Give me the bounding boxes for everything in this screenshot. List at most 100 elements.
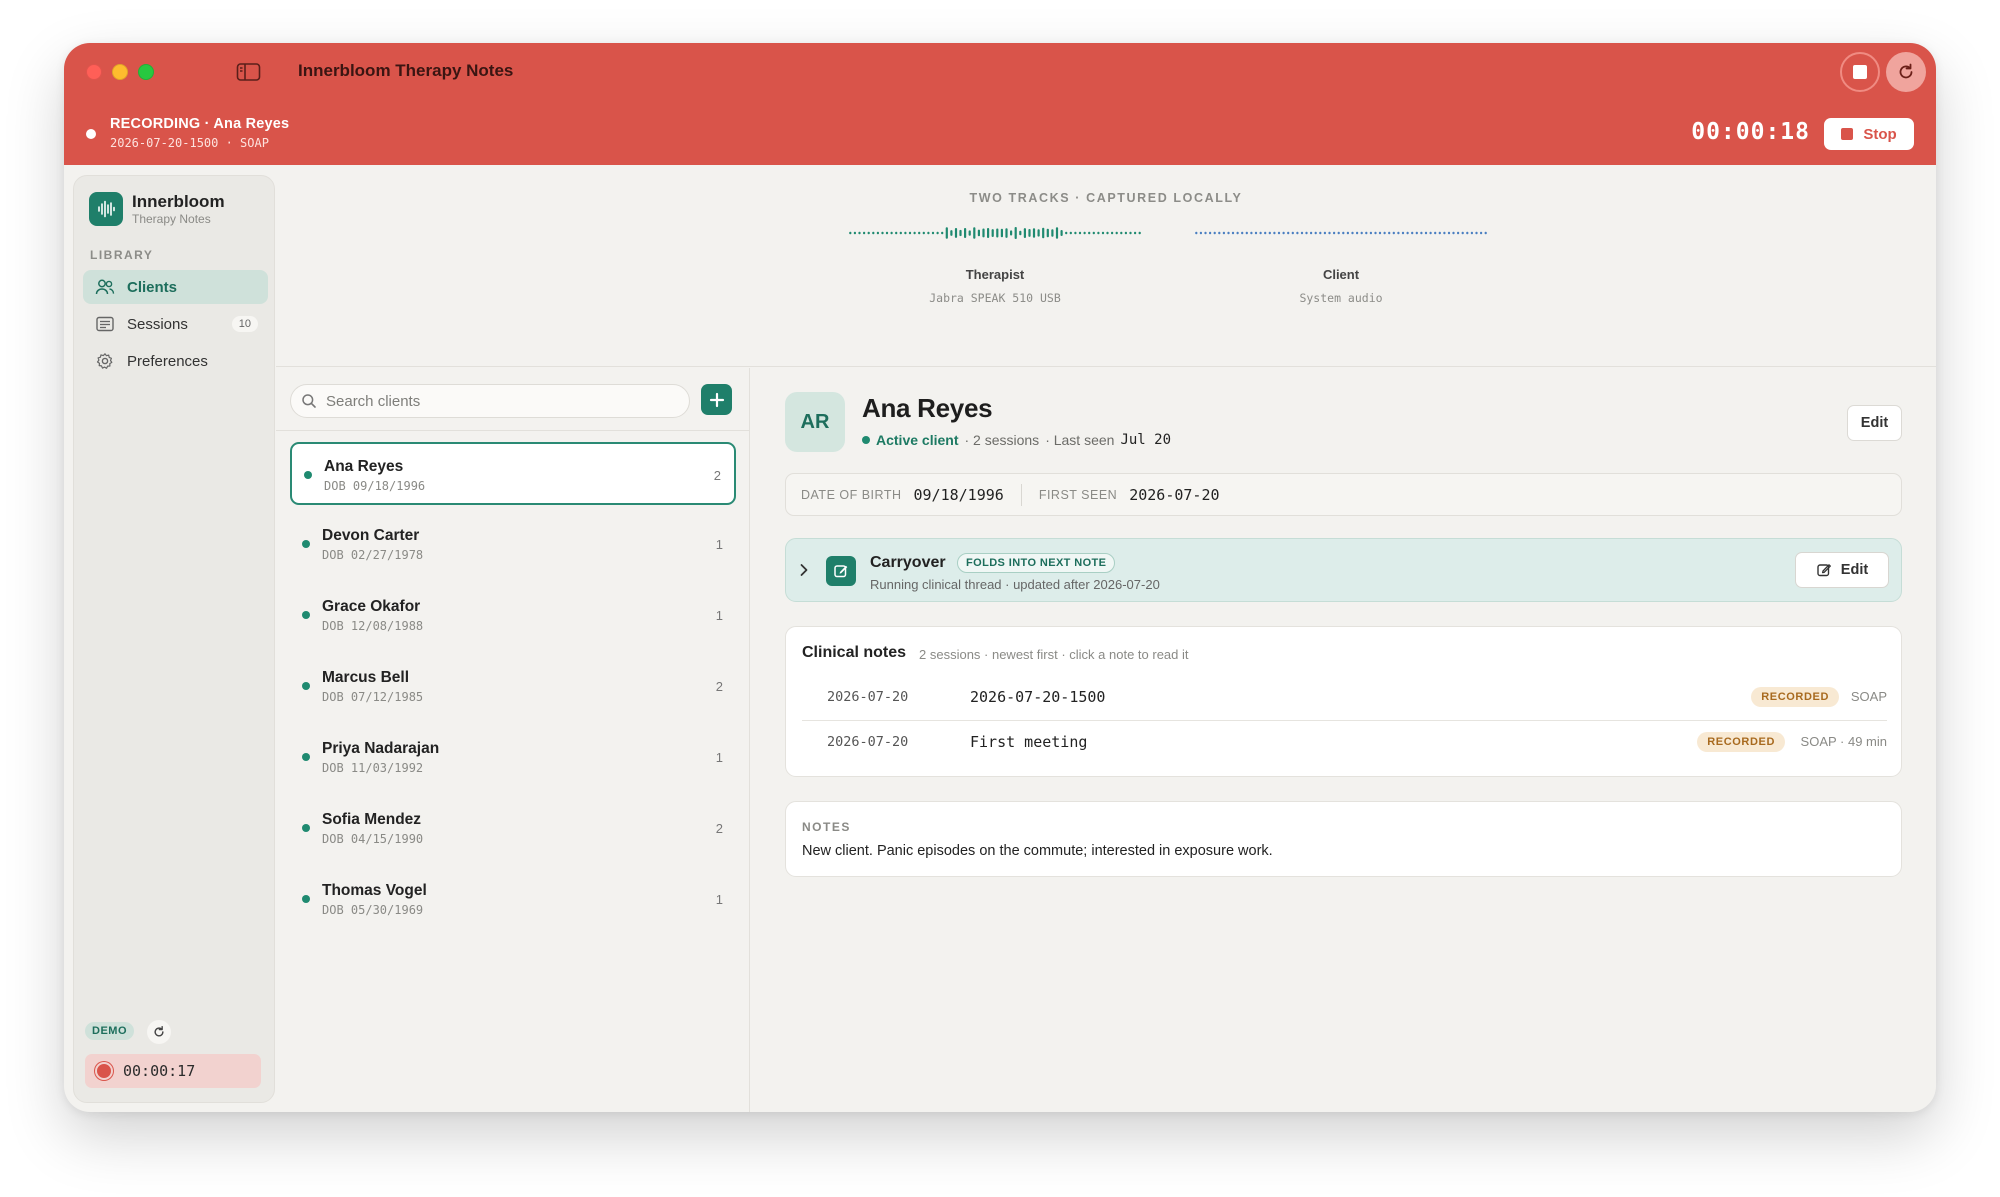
client-row-priya-nadarajan[interactable]: Priya Nadarajan DOB 11/03/1992 1 bbox=[290, 726, 736, 789]
track-client: Client System audio bbox=[1194, 225, 1488, 305]
waveform-bar bbox=[1452, 231, 1455, 235]
tracks-panel: TWO TRACKS · CAPTURED LOCALLY Therapist … bbox=[276, 165, 1936, 367]
carryover-card[interactable]: Carryover FOLDS INTO NEXT NOTE Running c… bbox=[785, 538, 1902, 602]
close-window-button[interactable] bbox=[86, 64, 102, 80]
notes-label: NOTES bbox=[802, 820, 851, 834]
waveform-bar bbox=[1065, 231, 1068, 235]
note-row[interactable]: 2026-07-20 First meeting RECORDED SOAP ·… bbox=[802, 721, 1887, 765]
waveform-bar bbox=[1443, 231, 1446, 235]
waveform-bar bbox=[954, 228, 958, 238]
client-dob: DOB 05/30/1969 bbox=[322, 903, 424, 917]
waveform-bar bbox=[872, 231, 875, 235]
waveform-bar bbox=[1333, 231, 1336, 235]
sidebar-item-preferences[interactable]: Preferences bbox=[83, 344, 268, 378]
clinical-notes-title: Clinical notes bbox=[802, 644, 907, 661]
sidebar-item-clients[interactable]: Clients bbox=[83, 270, 268, 304]
mini-recording-timer[interactable]: 00:00:17 bbox=[85, 1054, 261, 1088]
add-client-button[interactable] bbox=[701, 384, 732, 415]
edit-carryover-button[interactable]: Edit bbox=[1795, 552, 1889, 588]
client-name: Priya Nadarajan bbox=[322, 740, 440, 757]
client-row-devon-carter[interactable]: Devon Carter DOB 02/27/1978 1 bbox=[290, 513, 736, 576]
waveform-bar bbox=[1378, 231, 1382, 235]
client-row-thomas-vogel[interactable]: Thomas Vogel DOB 05/30/1969 1 bbox=[290, 868, 736, 931]
sidebar-item-sessions[interactable]: Sessions 10 bbox=[83, 307, 268, 341]
waveform-bar bbox=[1055, 227, 1059, 239]
waveform-bar bbox=[1046, 228, 1049, 238]
client-dob: DOB 02/27/1978 bbox=[322, 548, 424, 562]
waveform-bar bbox=[1484, 231, 1487, 235]
last-seen-value: Jul 20 bbox=[1120, 432, 1172, 448]
carryover-subtitle: Running clinical thread · updated after … bbox=[870, 577, 1160, 592]
chevron-right-icon[interactable] bbox=[798, 561, 810, 579]
waveform-bar bbox=[1227, 231, 1230, 235]
waveform-bar bbox=[996, 228, 999, 238]
note-row[interactable]: 2026-07-20 2026-07-20-1500 RECORDED SOAP bbox=[802, 676, 1887, 720]
waveform-bar bbox=[1401, 231, 1405, 235]
waveform-bar bbox=[1447, 231, 1451, 235]
waveform-bar bbox=[964, 228, 967, 238]
refresh-icon bbox=[1899, 63, 1913, 79]
waveform-bar bbox=[1097, 231, 1100, 235]
demo-refresh-button[interactable] bbox=[147, 1020, 171, 1044]
client-row-marcus-bell[interactable]: Marcus Bell DOB 07/12/1985 2 bbox=[290, 655, 736, 718]
client-facts-bar: DATE OF BIRTH 09/18/1996 FIRST SEEN 2026… bbox=[785, 473, 1902, 516]
note-title: First meeting bbox=[970, 733, 1088, 751]
waveform-bar bbox=[1014, 227, 1017, 239]
waveform-bar bbox=[1268, 231, 1271, 235]
status-dot bbox=[302, 753, 310, 761]
client-row-sofia-mendez[interactable]: Sofia Mendez DOB 04/15/1990 2 bbox=[290, 797, 736, 860]
active-status-label: Active client bbox=[876, 432, 959, 448]
sidebar: Innerbloom Therapy Notes LIBRARY Clients… bbox=[73, 175, 275, 1103]
edit-client-button[interactable]: Edit bbox=[1847, 405, 1902, 441]
waveform-bar bbox=[863, 231, 866, 235]
window-title: Innerbloom Therapy Notes bbox=[298, 61, 514, 80]
waveform-bar bbox=[1429, 231, 1432, 235]
status-dot bbox=[304, 471, 312, 479]
client-dob: DOB 07/12/1985 bbox=[322, 690, 424, 704]
waveform-bar bbox=[950, 230, 953, 236]
waveform-bar bbox=[987, 228, 990, 238]
notes-text[interactable]: New client. Panic episodes on the commut… bbox=[802, 843, 1273, 859]
search-input[interactable] bbox=[326, 392, 666, 410]
toolbar-stop-button[interactable] bbox=[1840, 52, 1880, 92]
zoom-window-button[interactable] bbox=[138, 64, 154, 80]
client-name: Ana Reyes bbox=[324, 458, 404, 475]
waveform-bar bbox=[1480, 231, 1483, 235]
refresh-icon bbox=[154, 1026, 164, 1037]
client-row-ana-reyes[interactable]: Ana Reyes DOB 09/18/1996 2 bbox=[290, 442, 736, 505]
waveform-bar bbox=[991, 229, 994, 237]
sidebar-toggle-icon[interactable] bbox=[236, 62, 262, 82]
note-format: SOAP bbox=[1850, 689, 1887, 704]
client-session-count: 1 bbox=[715, 608, 723, 623]
waveform-bar bbox=[1314, 231, 1317, 235]
waveform-bar bbox=[1195, 231, 1198, 235]
search-box[interactable] bbox=[290, 384, 690, 418]
status-dot bbox=[302, 824, 310, 832]
client-meta-line: Active client · 2 sessions · Last seen J… bbox=[862, 432, 1171, 448]
client-detail-panel: AR Ana Reyes Active client · 2 sessions … bbox=[751, 368, 1936, 1112]
recording-dot bbox=[86, 129, 96, 139]
waveform-bar bbox=[936, 231, 939, 235]
client-session-count: 1 bbox=[715, 750, 723, 765]
gear-icon bbox=[96, 353, 113, 369]
waveform-bar bbox=[1209, 231, 1212, 235]
client-row-grace-okafor[interactable]: Grace Okafor DOB 12/08/1988 1 bbox=[290, 584, 736, 647]
waveform-bar bbox=[1129, 231, 1132, 235]
client-session-count: 1 bbox=[715, 892, 723, 907]
waveform-bar bbox=[1383, 231, 1386, 235]
first-seen-value: 2026-07-20 bbox=[1129, 485, 1220, 504]
waveform-bar bbox=[1213, 231, 1216, 235]
client-session-count: 2 bbox=[715, 821, 723, 836]
tracks-title: TWO TRACKS · CAPTURED LOCALLY bbox=[969, 191, 1243, 205]
track-name: Client bbox=[1322, 267, 1360, 282]
waveform-bar bbox=[1241, 231, 1244, 235]
minimize-window-button[interactable] bbox=[112, 64, 128, 80]
waveform-bar bbox=[1138, 231, 1141, 235]
carryover-title: Carryover bbox=[870, 554, 946, 571]
stop-recording-button[interactable]: Stop bbox=[1824, 118, 1914, 150]
waveform-bar bbox=[1250, 231, 1253, 235]
waveform-bar bbox=[1134, 231, 1137, 235]
waveform-bar bbox=[927, 231, 930, 235]
edit-icon bbox=[1817, 564, 1831, 577]
toolbar-refresh-button[interactable] bbox=[1886, 52, 1926, 92]
